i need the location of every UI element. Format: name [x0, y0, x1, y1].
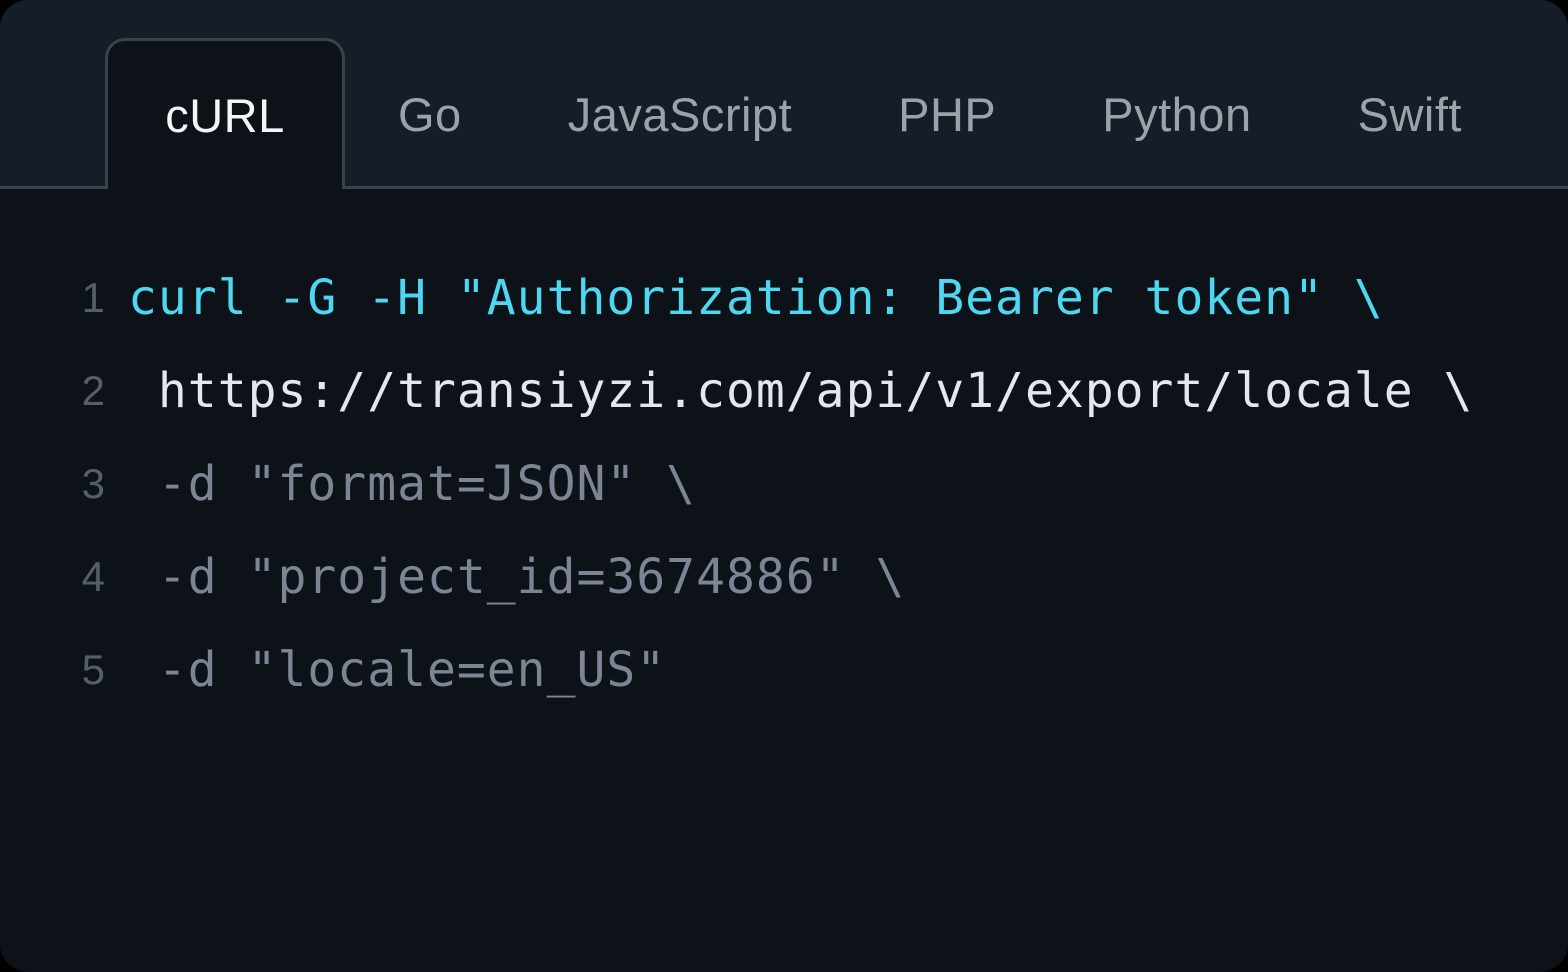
tab-curl[interactable]: cURL	[105, 38, 345, 189]
code-block: 1 curl -G -H "Authorization: Bearer toke…	[0, 189, 1568, 716]
tab-php[interactable]: PHP	[845, 0, 1049, 189]
code-text: curl -G -H "Authorization: Bearer token"…	[128, 269, 1384, 326]
line-number: 1	[81, 273, 105, 321]
code-text: -d "format=JSON" \	[128, 455, 697, 512]
line-number: 5	[81, 645, 105, 693]
code-line: 5 -d "locale=en_US"	[0, 623, 1568, 716]
line-number: 3	[81, 459, 105, 507]
code-line: 3 -d "format=JSON" \	[0, 437, 1568, 530]
line-number: 2	[81, 366, 105, 414]
code-line: 4 -d "project_id=3674886" \	[0, 530, 1568, 623]
tab-python[interactable]: Python	[1049, 0, 1304, 189]
code-snippet-card: cURL Go JavaScript PHP Python Swift 1 cu…	[0, 0, 1568, 972]
language-tabbar: cURL Go JavaScript PHP Python Swift	[0, 0, 1568, 189]
line-number: 4	[81, 552, 105, 600]
tab-swift[interactable]: Swift	[1305, 0, 1515, 189]
tab-go[interactable]: Go	[345, 0, 515, 189]
code-text: -d "locale=en_US"	[128, 641, 667, 698]
code-line: 1 curl -G -H "Authorization: Bearer toke…	[0, 251, 1568, 344]
code-text: -d "project_id=3674886" \	[128, 548, 906, 605]
code-text: https://transiyzi.com/api/v1/export/loca…	[128, 362, 1474, 419]
code-line: 2 https://transiyzi.com/api/v1/export/lo…	[0, 344, 1568, 437]
tab-javascript[interactable]: JavaScript	[515, 0, 845, 189]
